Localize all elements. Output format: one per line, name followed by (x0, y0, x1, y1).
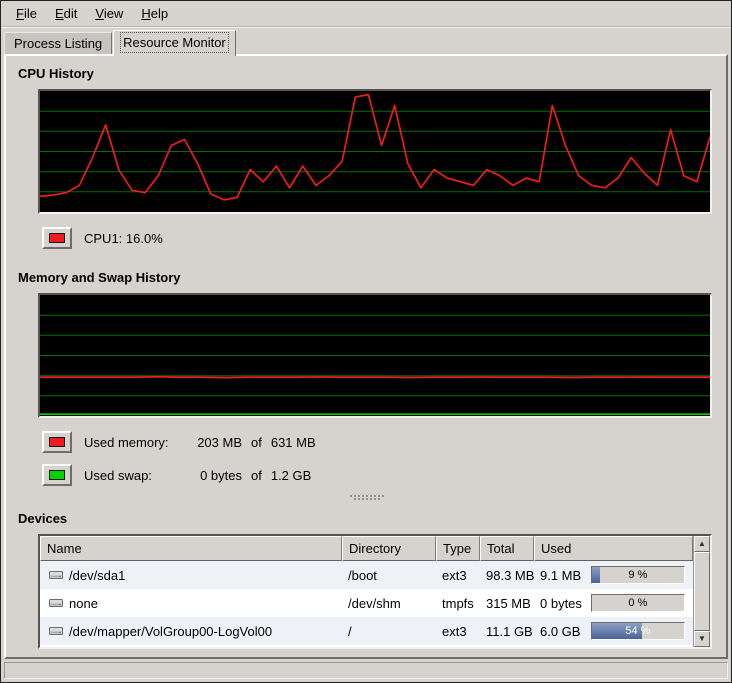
menu-view-mnemonic: V (95, 6, 103, 21)
cpu-legend-row: CPU1: 16.0% (42, 227, 716, 249)
cpu-color-swatch-fill (49, 233, 65, 243)
menu-help-mnemonic: H (141, 6, 150, 21)
memory-color-swatch[interactable] (42, 431, 72, 453)
devices-table-body: /dev/sda1 /boot ext3 98.3 MB 9.1 MB 9 % (40, 561, 693, 647)
swap-legend-row: Used swap: 0 bytes of 1.2 GB (42, 464, 716, 486)
swap-color-swatch-fill (49, 470, 65, 480)
devices-scrollbar[interactable]: ▲ ▼ (693, 536, 710, 647)
arrow-up-icon: ▲ (698, 540, 706, 548)
tab-bar: Process Listing Resource Monitor (1, 27, 731, 54)
progress-label: 0 % (592, 595, 684, 611)
swap-used-value: 0 bytes (184, 468, 242, 483)
menu-bar: File Edit View Help (1, 1, 731, 27)
tab-resource-monitor-label: Resource Monitor (123, 35, 226, 50)
pane-resize-grip[interactable] (347, 495, 387, 501)
device-total: 11.1 GB (480, 617, 534, 645)
memory-total-value: 631 MB (271, 435, 316, 450)
cpu-legend-label: CPU1: 16.0% (84, 231, 163, 246)
menu-edit[interactable]: Edit (46, 2, 86, 25)
col-header-used[interactable]: Used (534, 536, 693, 561)
devices-table-area: Name Directory Type Total Used /dev/sda1 (40, 536, 693, 647)
cpu-history-graph (38, 89, 712, 214)
cpu-color-swatch[interactable] (42, 227, 72, 249)
menu-help[interactable]: Help (132, 2, 177, 25)
device-name: /dev/mapper/VolGroup00-LogVol00 (69, 624, 272, 639)
menu-file-label: ile (24, 6, 37, 21)
col-header-type[interactable]: Type (436, 536, 480, 561)
cpu-history-heading: CPU History (18, 66, 716, 81)
status-bar (4, 662, 728, 679)
menu-file[interactable]: File (7, 2, 46, 25)
arrow-down-icon: ▼ (698, 635, 706, 643)
device-row-none[interactable]: none /dev/shm tmpfs 315 MB 0 bytes 0 % (40, 589, 693, 617)
usage-progress-bar: 0 % (591, 594, 685, 612)
menu-view[interactable]: View (86, 2, 132, 25)
swap-legend-label: Used swap: (84, 468, 184, 483)
device-name: /dev/sda1 (69, 568, 125, 583)
progress-label: 9 % (592, 567, 684, 583)
device-used: 9.1 MB (540, 568, 591, 583)
menu-file-mnemonic: F (16, 6, 24, 21)
cpu-history-chart (40, 91, 710, 212)
drive-icon (48, 623, 64, 639)
menu-view-label: iew (104, 6, 124, 21)
grip-dots (354, 498, 380, 501)
memory-swap-chart (40, 295, 710, 416)
scrollbar-thumb[interactable] (694, 552, 710, 631)
tab-process-listing[interactable]: Process Listing (4, 32, 112, 54)
drive-icon (48, 567, 64, 583)
device-type: ext3 (436, 617, 480, 645)
device-type: tmpfs (436, 589, 480, 617)
device-directory: / (342, 617, 436, 645)
drive-icon (48, 595, 64, 611)
devices-heading: Devices (18, 511, 716, 526)
device-name: none (69, 596, 98, 611)
memory-swap-heading: Memory and Swap History (18, 270, 716, 285)
col-header-total[interactable]: Total (480, 536, 534, 561)
progress-label: 54 % (592, 623, 684, 639)
menu-edit-mnemonic: E (55, 6, 64, 21)
memory-usage-line (40, 377, 710, 378)
usage-progress-bar: 54 % (591, 622, 685, 640)
device-used: 0 bytes (540, 596, 591, 611)
scroll-down-button[interactable]: ▼ (694, 631, 710, 647)
swap-color-swatch[interactable] (42, 464, 72, 486)
menu-edit-label: dit (64, 6, 78, 21)
scroll-up-button[interactable]: ▲ (694, 536, 710, 552)
tab-resource-monitor[interactable]: Resource Monitor (113, 30, 236, 56)
device-directory: /dev/shm (342, 589, 436, 617)
device-row-sda1[interactable]: /dev/sda1 /boot ext3 98.3 MB 9.1 MB 9 % (40, 561, 693, 589)
swap-total-value: 1.2 GB (271, 468, 311, 483)
cpu-usage-line (40, 95, 710, 200)
memory-legend-row: Used memory: 203 MB of 631 MB (42, 431, 716, 453)
memory-legend-label: Used memory: (84, 435, 184, 450)
device-row-volgroup[interactable]: /dev/mapper/VolGroup00-LogVol00 / ext3 1… (40, 617, 693, 645)
memory-used-value: 203 MB (184, 435, 242, 450)
device-used: 6.0 GB (540, 624, 591, 639)
usage-progress-bar: 9 % (591, 566, 685, 584)
device-directory: /boot (342, 561, 436, 589)
col-header-directory[interactable]: Directory (342, 536, 436, 561)
menu-help-label: elp (151, 6, 168, 21)
device-type: ext3 (436, 561, 480, 589)
swap-of-text: of (251, 468, 262, 483)
memory-swap-graph (38, 293, 712, 418)
device-total: 98.3 MB (480, 561, 534, 589)
devices-table-header: Name Directory Type Total Used (40, 536, 693, 561)
device-total: 315 MB (480, 589, 534, 617)
memory-color-swatch-fill (49, 437, 65, 447)
memory-of-text: of (251, 435, 262, 450)
system-monitor-window: File Edit View Help Process Listing Reso… (0, 0, 732, 683)
devices-table: Name Directory Type Total Used /dev/sda1 (38, 534, 712, 649)
tab-process-listing-label: Process Listing (14, 36, 102, 51)
resource-monitor-panel: CPU History CPU1: 16.0% Memory and Swap … (4, 54, 728, 659)
col-header-name[interactable]: Name (40, 536, 342, 561)
